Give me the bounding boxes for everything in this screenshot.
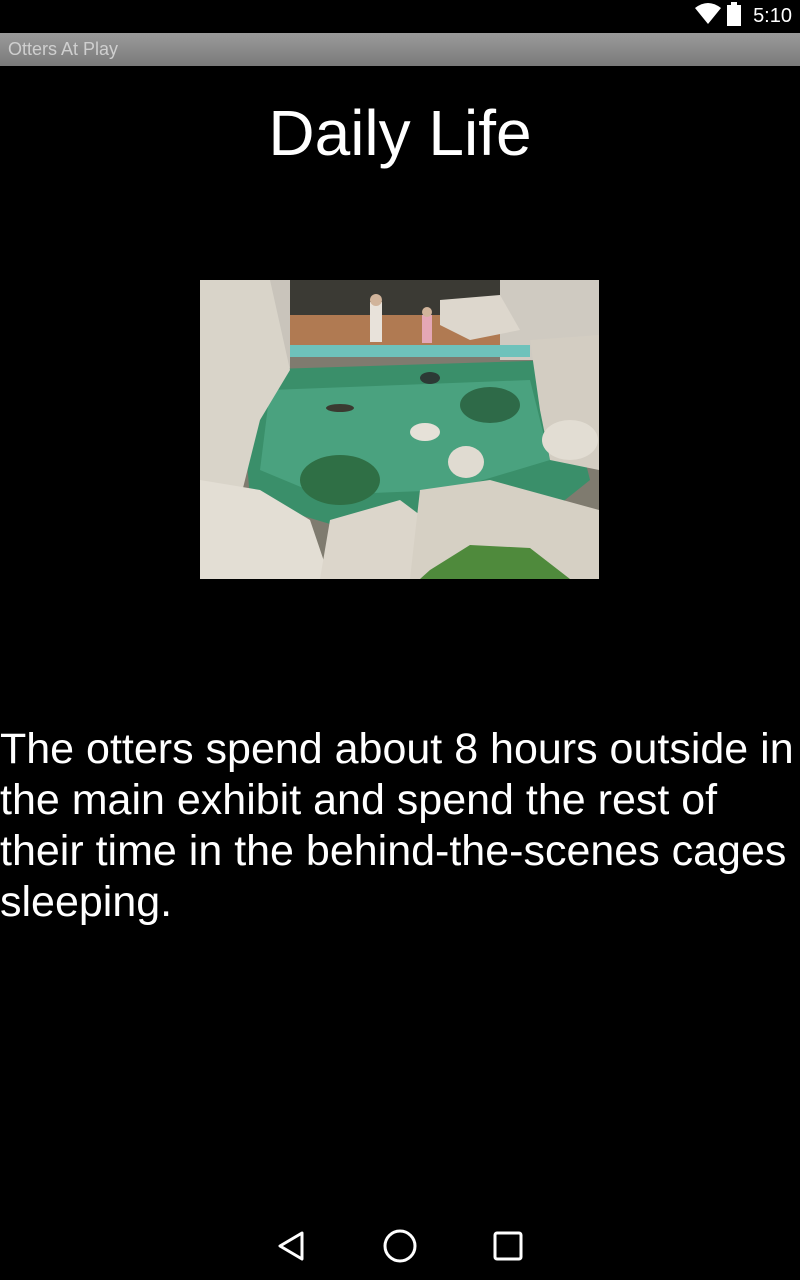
home-icon: [382, 1228, 418, 1269]
navigation-bar: [0, 1216, 800, 1280]
back-icon: [276, 1230, 308, 1267]
status-icons: 5:10: [695, 2, 792, 31]
clock: 5:10: [753, 5, 792, 27]
status-bar: 5:10: [0, 0, 800, 33]
page-title: Daily Life: [268, 97, 532, 169]
back-button[interactable]: [269, 1225, 315, 1271]
app-title-bar: Otters At Play: [0, 33, 800, 66]
wifi-icon: [695, 3, 722, 30]
otter-exhibit-photo: [200, 280, 599, 579]
battery-icon: [727, 2, 742, 31]
recents-icon: [492, 1230, 524, 1267]
home-button[interactable]: [377, 1225, 423, 1271]
app-title: Otters At Play: [8, 39, 119, 59]
body-text: The otters spend about 8 hours outside i…: [0, 725, 794, 926]
recents-button[interactable]: [485, 1225, 531, 1271]
